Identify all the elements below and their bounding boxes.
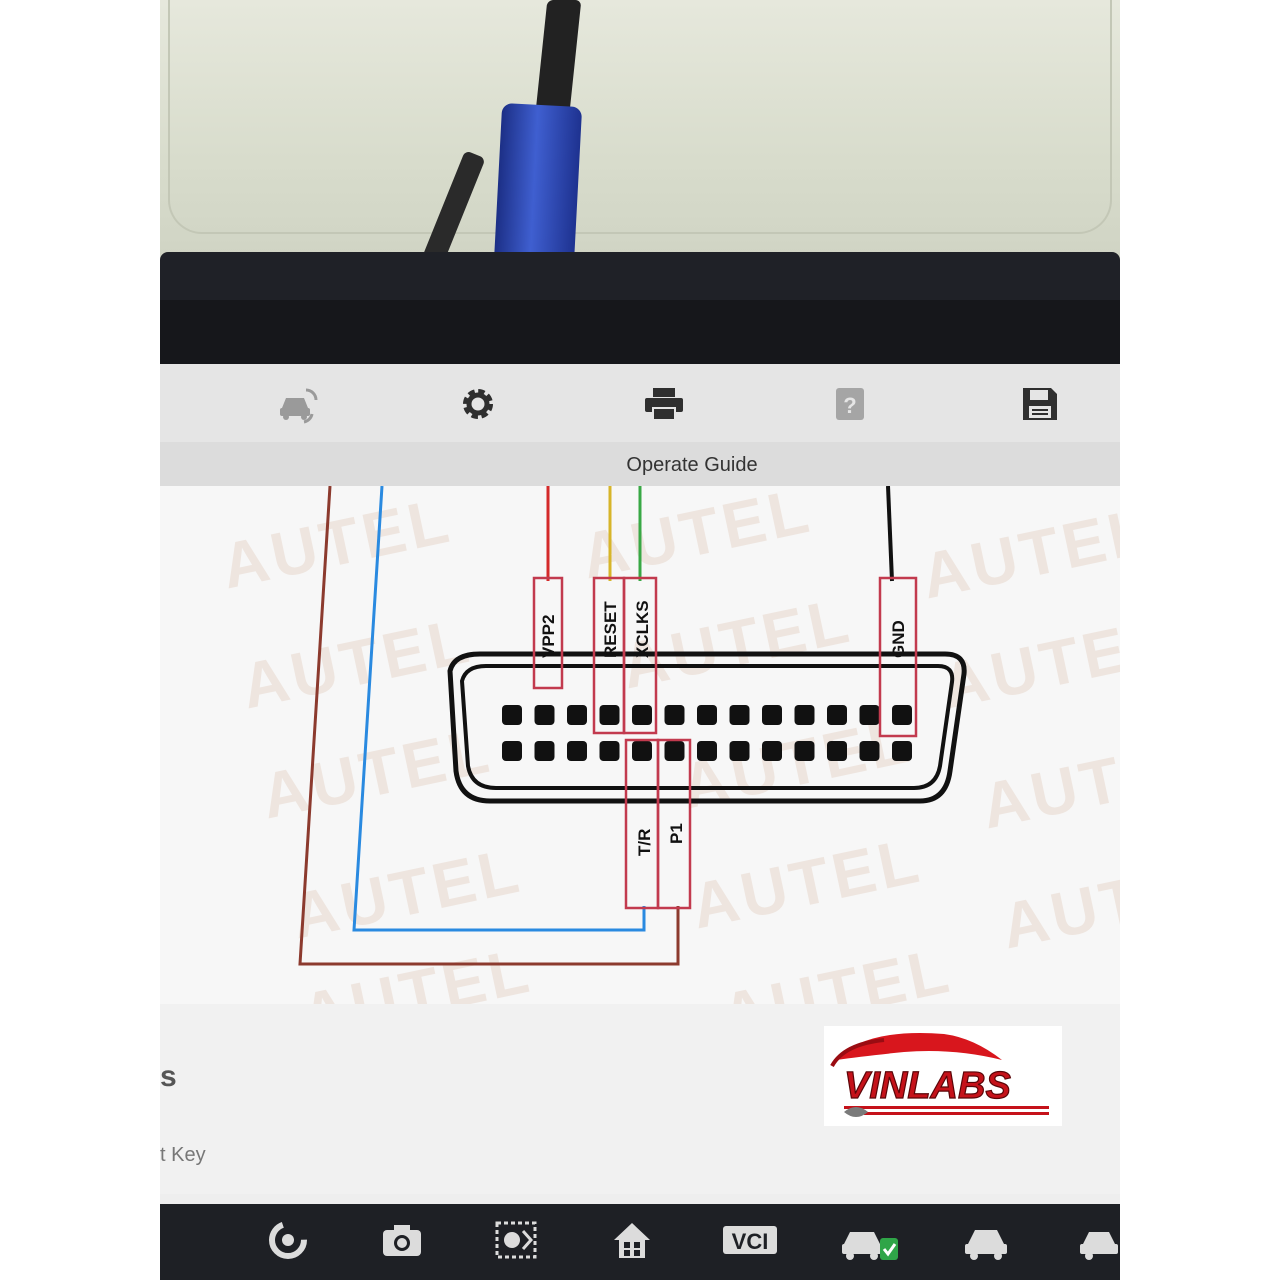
connector-pin	[762, 705, 782, 725]
bezel-strip	[160, 300, 1120, 372]
print-button[interactable]	[642, 382, 686, 426]
settings-button[interactable]	[456, 382, 500, 426]
connector-pin	[632, 705, 652, 725]
help-button[interactable]: ?	[828, 382, 872, 426]
connector-pin	[664, 741, 685, 761]
car-service-icon	[1080, 1232, 1118, 1260]
dialog-title: Operate Guide	[626, 454, 758, 476]
connector-pin	[534, 705, 555, 725]
connector-pin	[827, 705, 847, 725]
pin-label-vpp2: VPP2	[539, 615, 558, 658]
connector-diagram-svg: VPP2 RESET XCLKS GND T/R P1	[298, 486, 967, 966]
connector-pin	[892, 741, 912, 761]
tablet-screen: ? Operate Guide AUTEL AUTEL AUTEL AUTEL …	[160, 364, 1120, 1280]
connector-pin	[729, 705, 750, 725]
bottom-navbar: VCI	[160, 1204, 1120, 1280]
device-photo: ? Operate Guide AUTEL AUTEL AUTEL AUTEL …	[160, 0, 1120, 1280]
connector-pin	[859, 705, 880, 725]
connector-pin	[664, 705, 685, 725]
save-button[interactable]	[1018, 382, 1062, 426]
printer-icon	[645, 388, 683, 421]
gnd-wire	[886, 486, 894, 582]
camera-button[interactable]	[378, 1216, 426, 1264]
vehicle-swap-icon	[280, 388, 318, 424]
tr-label-box	[624, 738, 660, 910]
pin-label-reset: RESET	[601, 601, 620, 658]
brightness-button[interactable]	[492, 1216, 540, 1264]
vehicle-service-button[interactable]	[1074, 1216, 1120, 1264]
gear-icon	[463, 389, 493, 419]
vehicle-check-button[interactable]	[840, 1216, 900, 1264]
connector-pin	[697, 741, 717, 761]
browser-button[interactable]	[264, 1216, 312, 1264]
connector-pin	[534, 741, 555, 761]
connector-pin	[859, 741, 880, 761]
svg-text:VINLABS: VINLABS	[844, 1065, 1011, 1107]
vci-connector-plug	[493, 103, 583, 267]
vci-button[interactable]: VCI	[722, 1216, 778, 1264]
home-icon	[614, 1223, 650, 1258]
background-heading-fragment: s	[160, 1060, 177, 1093]
svg-text:?: ?	[843, 393, 856, 418]
pin-label-p1: P1	[667, 823, 686, 844]
top-toolbar: ?	[160, 364, 1120, 442]
home-button[interactable]	[608, 1216, 656, 1264]
vinlabs-logo-graphic: VINLABS	[830, 1033, 1049, 1117]
connector-pin	[729, 741, 750, 761]
connector-pin	[599, 741, 620, 761]
wiring-diagram: AUTEL AUTEL AUTEL AUTEL AUTEL AUTEL AUTE…	[160, 486, 1120, 1004]
connector-pins	[502, 705, 912, 761]
connector-pin	[502, 705, 522, 725]
vehicle-swap-button[interactable]	[276, 382, 320, 426]
pin-label-tr: T/R	[635, 829, 654, 856]
connector-inner-shell	[459, 664, 955, 790]
car-check-icon	[842, 1232, 898, 1260]
connector-pin	[892, 705, 912, 725]
pin-label-gnd: GND	[889, 620, 908, 658]
chrome-icon	[269, 1221, 307, 1259]
brightness-icon	[495, 1221, 537, 1259]
connector-pin	[762, 741, 782, 761]
connector-outer-shell	[447, 651, 967, 804]
wall-panel	[168, 0, 1112, 234]
connector-pin	[827, 741, 847, 761]
save-icon	[1023, 388, 1057, 420]
pin-label-xclks: XCLKS	[633, 600, 652, 658]
connector-pin	[599, 705, 620, 725]
connector-pin	[502, 741, 522, 761]
car-icon	[965, 1230, 1007, 1260]
connector-pin	[697, 705, 717, 725]
connector-pin	[567, 705, 587, 725]
vehicle-button[interactable]	[962, 1216, 1010, 1264]
help-icon: ?	[836, 388, 864, 420]
connector-pin	[794, 741, 815, 761]
connector-pin	[632, 741, 652, 761]
vinlabs-logo: VINLABS	[824, 1026, 1062, 1126]
vci-label: VCI	[732, 1229, 769, 1254]
background-item-fragment[interactable]: t Key	[160, 1144, 206, 1167]
connector-pin	[567, 741, 587, 761]
vci-icon: VCI	[723, 1226, 777, 1254]
camera-icon	[383, 1225, 421, 1256]
connector-pin	[794, 705, 815, 725]
